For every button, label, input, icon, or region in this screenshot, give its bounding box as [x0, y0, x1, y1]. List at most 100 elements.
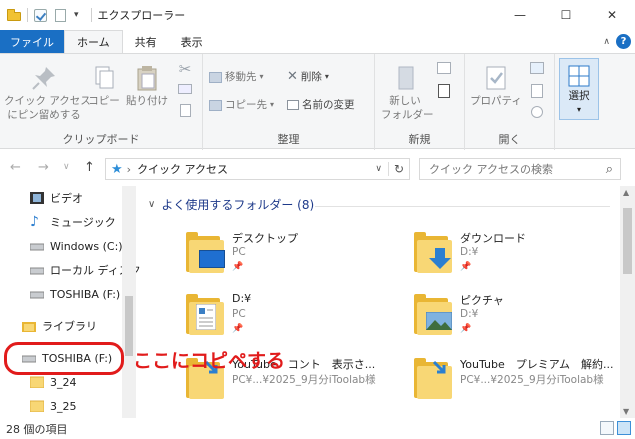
easy-access-icon: [438, 84, 450, 98]
navigation-pane: ビデオ ♪ ミュージック Windows (C:) ローカル ディスク TOSH…: [0, 186, 141, 418]
library-icon: [22, 320, 36, 332]
pin-label: クイック アクセス にピン留めする: [4, 95, 91, 121]
tab-share[interactable]: 共有: [123, 30, 169, 53]
cut-button[interactable]: ✂: [174, 62, 196, 78]
edit-button[interactable]: [525, 84, 549, 102]
tab-home[interactable]: ホーム: [64, 30, 123, 53]
back-arrow-icon[interactable]: ←: [10, 160, 21, 175]
highlight-annotation-box: [4, 342, 124, 375]
search-icon: ⌕: [605, 161, 613, 177]
copy-path-button[interactable]: [174, 84, 196, 98]
nav-item-videos[interactable]: ビデオ: [30, 188, 83, 208]
usb-drive-icon: [29, 288, 45, 300]
folder-tile-desktop[interactable]: デスクトップ PC 📌: [184, 230, 414, 286]
search-field[interactable]: クイック アクセスの検索 ⌕: [419, 158, 621, 180]
paste-button[interactable]: 貼り付け: [124, 64, 170, 108]
pin-icon: [30, 64, 58, 92]
nav-item-folder-3-25[interactable]: 3_25: [29, 396, 77, 416]
nav-item-label: 3_25: [50, 399, 77, 413]
content-scrollbar[interactable]: ▲ ▼: [620, 186, 635, 418]
search-placeholder: クイック アクセスの検索: [429, 163, 553, 176]
maximize-button[interactable]: ☐: [543, 0, 589, 30]
nav-item-folder-3-24[interactable]: 3_24: [29, 372, 77, 392]
desktop-folder-icon: [186, 230, 225, 274]
address-dropdown-icon[interactable]: ∨: [375, 164, 382, 174]
document-folder-icon: [186, 292, 224, 336]
separator: [90, 8, 92, 22]
copy-label: コピー: [88, 95, 120, 107]
large-icons-view-icon[interactable]: [617, 421, 631, 435]
music-icon: ♪: [30, 214, 39, 230]
scroll-down-icon[interactable]: ▼: [623, 407, 629, 416]
copy-to-dropdown-icon: ▾: [270, 100, 275, 109]
tab-file[interactable]: ファイル: [0, 30, 64, 53]
pin-icon: 📌: [232, 262, 244, 272]
title-bar: ▾ エクスプローラー — ☐ ✕: [0, 0, 635, 30]
forward-arrow-icon[interactable]: →: [38, 160, 49, 175]
nav-item-label: TOSHIBA (F:): [50, 287, 121, 301]
refresh-icon[interactable]: ↻: [387, 162, 409, 176]
video-icon: [30, 192, 44, 204]
rename-button[interactable]: 名前の変更: [287, 98, 355, 112]
tile-name: ダウンロード: [460, 232, 526, 245]
copy-path-icon: [178, 84, 192, 94]
folder-tile-d-drive[interactable]: D:¥ PC 📌: [184, 292, 414, 348]
collapse-ribbon-chevron-icon[interactable]: ∧: [603, 37, 610, 47]
new-folder-quick-icon[interactable]: [55, 8, 66, 22]
new-item-button[interactable]: [431, 62, 457, 78]
properties-button[interactable]: プロパティ: [469, 64, 523, 108]
rename-icon: [287, 100, 299, 110]
shortcut-folder-icon: [414, 356, 452, 400]
content-scrollbar-thumb[interactable]: [623, 208, 632, 274]
nav-item-label: Windows (C:): [50, 239, 123, 253]
tab-view[interactable]: 表示: [169, 30, 215, 53]
details-view-icon[interactable]: [600, 421, 614, 435]
divider: [315, 206, 610, 207]
tile-name: デスクトップ: [232, 232, 298, 245]
status-bar: 28 個の項目: [0, 418, 635, 439]
collapse-chevron-icon: ∨: [148, 199, 156, 210]
pin-icon: 📌: [232, 324, 244, 334]
history-button[interactable]: [525, 106, 549, 122]
delete-button[interactable]: ✕ 削除 ▾: [287, 70, 329, 84]
frequent-folders-header[interactable]: ∨ よく使用するフォルダー (8): [148, 196, 314, 213]
quick-access-star-icon: ★: [111, 161, 123, 177]
folder-tile-downloads[interactable]: ダウンロード D:¥ 📌: [412, 230, 635, 286]
nav-item-toshiba-f[interactable]: TOSHIBA (F:): [29, 284, 121, 304]
open-button[interactable]: [525, 62, 549, 78]
properties-quick-icon[interactable]: [34, 8, 47, 22]
move-to-label: 移動先: [225, 71, 257, 83]
address-row: ← → ∨ ↑ ★ › クイック アクセス ∨ ↻ クイック アクセスの検索 ⌕: [0, 150, 635, 186]
select-button[interactable]: 選択 ▾: [559, 58, 599, 120]
close-button[interactable]: ✕: [589, 0, 635, 30]
ribbon: クイック アクセス にピン留めする コピー 貼り付け ✂ クリップボード 移動先…: [0, 53, 635, 150]
nav-item-libraries[interactable]: ライブラリ: [22, 316, 97, 336]
rename-label: 名前の変更: [302, 99, 355, 111]
up-arrow-icon[interactable]: ↑: [84, 160, 95, 175]
content-pane: ∨ よく使用するフォルダー (8) デスクトップ PC 📌 ダウンロード D:¥…: [140, 186, 620, 418]
nav-scrollbar[interactable]: [122, 186, 136, 418]
pin-to-quick-access-button[interactable]: クイック アクセス にピン留めする: [4, 64, 91, 122]
copy-to-button[interactable]: コピー先 ▾: [209, 98, 274, 112]
customize-quick-access-chevron-icon[interactable]: ▾: [74, 10, 79, 20]
tile-name: ピクチャ: [460, 294, 504, 307]
recent-locations-chevron-icon[interactable]: ∨: [63, 162, 70, 172]
scroll-up-icon[interactable]: ▲: [623, 188, 629, 197]
address-bar[interactable]: ★ › クイック アクセス ∨ ↻: [105, 158, 410, 180]
tile-name: YouTube プレミアム 解約...: [460, 358, 614, 371]
help-icon[interactable]: ?: [616, 34, 631, 49]
drive-icon: [29, 240, 45, 252]
copy-button[interactable]: コピー: [86, 64, 122, 108]
nav-item-windows-c[interactable]: Windows (C:): [29, 236, 123, 256]
easy-access-button[interactable]: [431, 84, 457, 102]
folder-icon: [29, 400, 45, 413]
folder-tile-youtube-premium[interactable]: YouTube プレミアム 解約... PC¥...¥2025_9月分iTool…: [412, 356, 635, 412]
move-to-button[interactable]: 移動先 ▾: [209, 70, 264, 84]
copy-icon: [90, 64, 118, 92]
nav-item-music[interactable]: ♪ ミュージック: [30, 212, 116, 232]
nav-scrollbar-thumb[interactable]: [125, 296, 133, 356]
paste-shortcut-button[interactable]: [174, 104, 196, 121]
new-folder-button[interactable]: 新しい フォルダー: [381, 64, 434, 122]
minimize-button[interactable]: —: [497, 0, 543, 30]
folder-tile-pictures[interactable]: ピクチャ D:¥ 📌: [412, 292, 635, 348]
